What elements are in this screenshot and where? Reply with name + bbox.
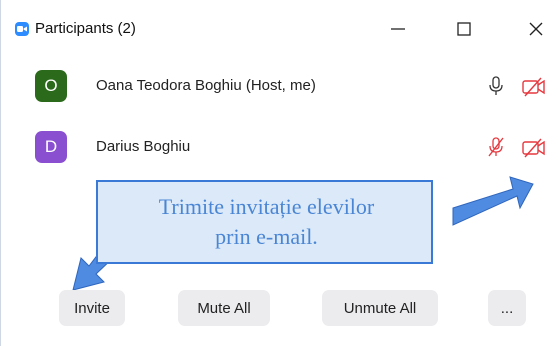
instruction-callout: Trimite invitație elevilor prin e-mail. <box>96 180 433 264</box>
minimize-icon[interactable] <box>383 16 413 42</box>
callout-line-1: Trimite invitație elevilor <box>158 194 375 219</box>
callout-line-2: prin e-mail. <box>215 224 318 249</box>
unmute-all-button[interactable]: Unmute All <box>322 290 438 326</box>
participant-row[interactable]: O Oana Teodora Boghiu (Host, me) <box>1 70 558 114</box>
avatar: D <box>35 131 67 163</box>
participant-name: Darius Boghiu <box>96 138 191 155</box>
video-off-icon[interactable] <box>521 137 547 159</box>
microphone-muted-icon[interactable] <box>487 136 505 158</box>
arrow-to-icons <box>452 176 534 226</box>
avatar: O <box>35 70 67 102</box>
zoom-app-icon <box>15 22 29 36</box>
participants-window: Participants (2) O Oana Teodora Boghiu (… <box>0 0 558 346</box>
window-title: Participants (2) <box>35 20 136 37</box>
mute-all-button[interactable]: Mute All <box>178 290 270 326</box>
video-off-icon[interactable] <box>521 76 547 98</box>
maximize-icon[interactable] <box>449 16 479 42</box>
participant-name: Oana Teodora Boghiu (Host, me) <box>96 77 316 94</box>
participant-row[interactable]: D Darius Boghiu <box>1 131 558 175</box>
close-icon[interactable] <box>521 16 551 42</box>
invite-button[interactable]: Invite <box>59 290 125 326</box>
title-bar: Participants (2) <box>1 0 558 44</box>
microphone-icon[interactable] <box>487 75 505 97</box>
more-options-button[interactable]: ... <box>488 290 526 326</box>
